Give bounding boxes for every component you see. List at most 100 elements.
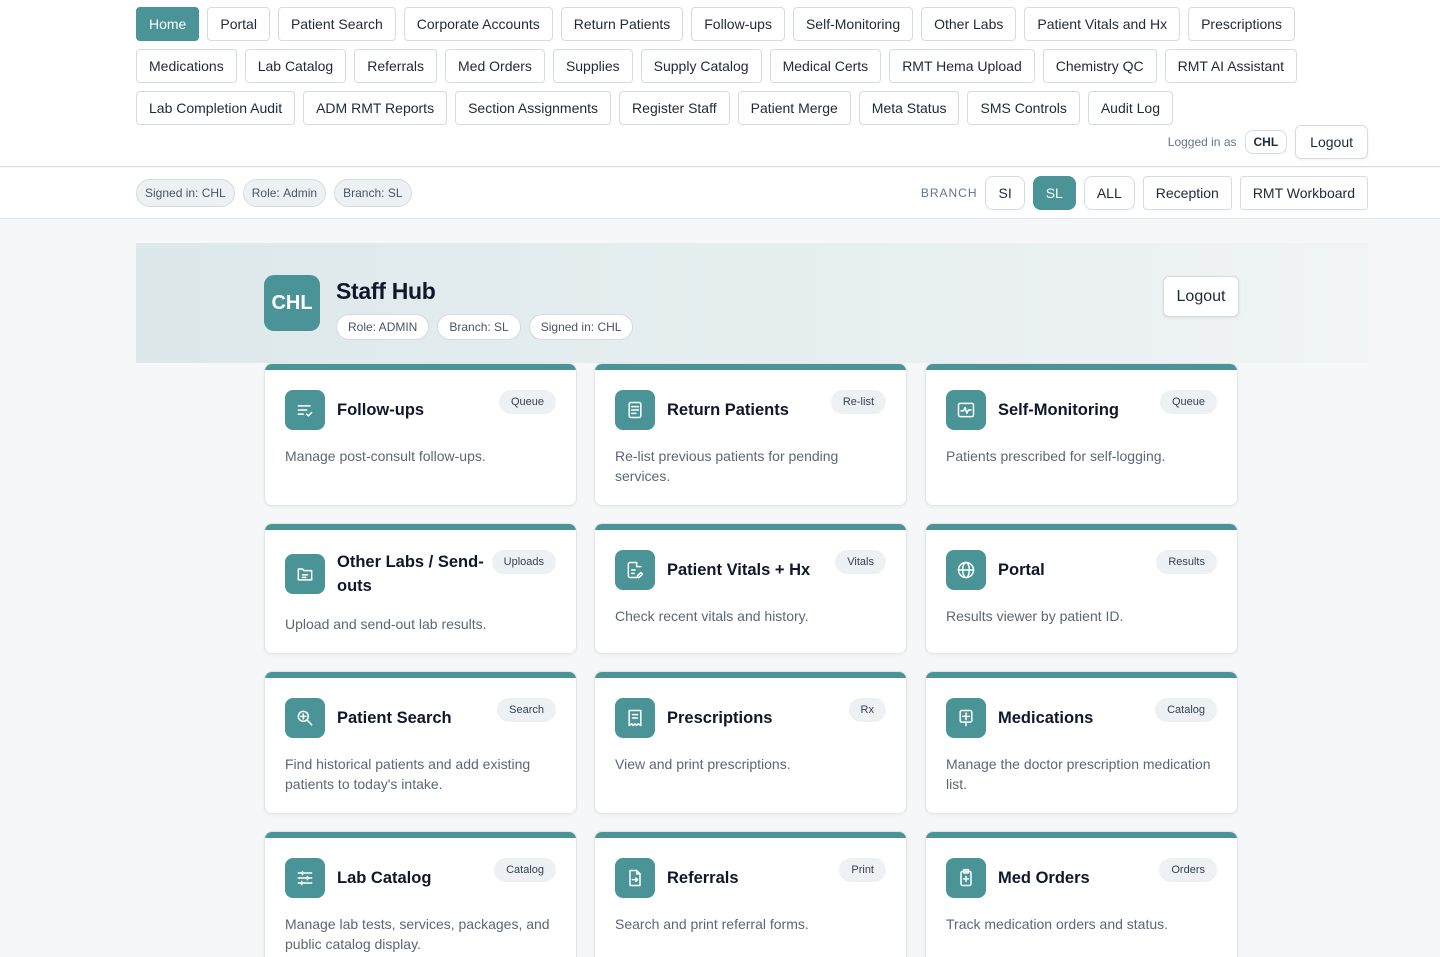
folder-icon	[285, 554, 325, 594]
card-medications[interactable]: Medications Catalog Manage the doctor pr…	[925, 671, 1238, 814]
card-med-orders[interactable]: Med Orders Orders Track medication order…	[925, 831, 1238, 957]
zoom-in-icon	[285, 698, 325, 738]
logout-button[interactable]: Logout	[1295, 125, 1368, 159]
card-description: Search and print referral forms.	[615, 916, 809, 932]
card-title: Medications	[998, 709, 1094, 727]
card-title: Self-Monitoring	[998, 401, 1119, 419]
card-title: Lab Catalog	[337, 869, 432, 887]
card-description: Upload and send-out lab results.	[285, 616, 487, 632]
card-portal[interactable]: Portal Results Results viewer by patient…	[925, 523, 1238, 654]
nav-adm-rmt-reports[interactable]: ADM RMT Reports	[303, 91, 448, 125]
nav-rmt-hema-upload[interactable]: RMT Hema Upload	[889, 49, 1035, 83]
nav-patient-vitals[interactable]: Patient Vitals and Hx	[1024, 7, 1181, 41]
card-badge: Re-list	[830, 390, 886, 414]
nav-lab-catalog[interactable]: Lab Catalog	[244, 49, 347, 83]
session-chips: Signed in: CHL Role: Admin Branch: SL	[136, 179, 412, 207]
branch-si-button[interactable]: SI	[985, 176, 1025, 210]
branch-sl-button[interactable]: SL	[1032, 176, 1076, 210]
card-badge: Results	[1156, 550, 1217, 574]
nav-supplies[interactable]: Supplies	[552, 49, 633, 83]
card-description: Results viewer by patient ID.	[946, 608, 1124, 624]
nav-supply-catalog[interactable]: Supply Catalog	[640, 49, 762, 83]
card-description: Check recent vitals and history.	[615, 608, 809, 624]
nav-audit-log[interactable]: Audit Log	[1087, 91, 1174, 125]
nav-med-orders[interactable]: Med Orders	[445, 49, 545, 83]
card-badge: Search	[497, 698, 556, 722]
card-description: Track medication orders and status.	[946, 916, 1169, 932]
card-follow-ups[interactable]: Follow-ups Queue Manage post-consult fol…	[264, 363, 577, 506]
nav-home[interactable]: Home	[136, 7, 200, 41]
nav-register-staff[interactable]: Register Staff	[619, 91, 730, 125]
card-title: Patient Vitals + Hx	[667, 561, 811, 579]
nav-return-patients[interactable]: Return Patients	[560, 7, 684, 41]
nav-meta-status[interactable]: Meta Status	[858, 91, 960, 125]
branch-selector: BRANCH SI SL ALL Reception RMT Workboard	[921, 176, 1368, 210]
avatar: CHL	[264, 275, 320, 331]
nav-rmt-ai-assistant[interactable]: RMT AI Assistant	[1164, 49, 1297, 83]
page-title: Staff Hub	[336, 278, 436, 304]
card-patient-search[interactable]: Patient Search Search Find historical pa…	[264, 671, 577, 814]
card-patient-vitals[interactable]: Patient Vitals + Hx Vitals Check recent …	[594, 523, 907, 654]
card-badge: Orders	[1159, 858, 1217, 882]
nav-section-assignments[interactable]: Section Assignments	[455, 91, 612, 125]
card-description: View and print prescriptions.	[615, 756, 791, 772]
hero-chips: Role: ADMIN Branch: SL Signed in: CHL	[336, 314, 634, 340]
receipt-icon	[615, 698, 655, 738]
rmt-workboard-button[interactable]: RMT Workboard	[1239, 176, 1368, 210]
status-bar: Signed in: CHL Role: Admin Branch: SL BR…	[0, 168, 1440, 219]
pulse-icon	[946, 390, 986, 430]
card-description: Patients prescribed for self-logging.	[946, 448, 1166, 464]
nav-patient-merge[interactable]: Patient Merge	[737, 91, 851, 125]
card-description: Manage the doctor prescription medicatio…	[946, 756, 1211, 792]
nav-medications[interactable]: Medications	[136, 49, 237, 83]
card-self-monitoring[interactable]: Self-Monitoring Queue Patients prescribe…	[925, 363, 1238, 506]
nav-corporate-accounts[interactable]: Corporate Accounts	[403, 7, 553, 41]
nav-patient-search[interactable]: Patient Search	[277, 7, 396, 41]
card-badge: Uploads	[491, 550, 556, 574]
card-badge: Queue	[1159, 390, 1217, 414]
list-check-icon	[285, 390, 325, 430]
sliders-icon	[285, 858, 325, 898]
nav-other-labs[interactable]: Other Labs	[921, 7, 1017, 41]
nav-chemistry-qc[interactable]: Chemistry QC	[1042, 49, 1157, 83]
card-badge: Vitals	[835, 550, 886, 574]
role-chip: Role: Admin	[242, 179, 327, 207]
nav-lab-completion-audit[interactable]: Lab Completion Audit	[136, 91, 296, 125]
nav-medical-certs[interactable]: Medical Certs	[769, 49, 882, 83]
card-other-labs[interactable]: Other Labs / Send-outs Uploads Upload an…	[264, 523, 577, 654]
nav-referrals[interactable]: Referrals	[354, 49, 438, 83]
card-title: Referrals	[667, 869, 739, 887]
card-prescriptions[interactable]: Prescriptions Rx View and print prescrip…	[594, 671, 907, 814]
file-arrow-icon	[615, 858, 655, 898]
branch-chip: Branch: SL	[334, 179, 412, 207]
card-title: Other Labs / Send-outs	[337, 553, 484, 595]
clipboard-icon	[946, 858, 986, 898]
card-description: Manage post-consult follow-ups.	[285, 448, 486, 464]
branch-label: BRANCH	[920, 186, 978, 200]
nav-follow-ups[interactable]: Follow-ups	[691, 7, 785, 41]
nav-sms-controls[interactable]: SMS Controls	[967, 91, 1080, 125]
login-info: Logged in as CHL Logout	[1168, 125, 1368, 159]
reception-button[interactable]: Reception	[1142, 176, 1232, 210]
card-lab-catalog[interactable]: Lab Catalog Catalog Manage lab tests, se…	[264, 831, 577, 957]
document-list-icon	[615, 390, 655, 430]
card-title: Portal	[998, 561, 1045, 579]
medical-cross-icon	[946, 698, 986, 738]
card-description: Find historical patients and add existin…	[285, 756, 531, 792]
card-description: Manage lab tests, services, packages, an…	[285, 916, 550, 952]
card-badge: Print	[839, 858, 886, 882]
card-return-patients[interactable]: Return Patients Re-list Re-list previous…	[594, 363, 907, 506]
nav-portal[interactable]: Portal	[207, 7, 270, 41]
card-referrals[interactable]: Referrals Print Search and print referra…	[594, 831, 907, 957]
branch-all-button[interactable]: ALL	[1083, 176, 1135, 210]
card-badge: Catalog	[494, 858, 556, 882]
signed-in-badge: Signed in: CHL	[528, 314, 634, 340]
card-badge: Rx	[848, 698, 886, 722]
hero-logout-button[interactable]: Logout	[1163, 276, 1239, 317]
card-description: Re-list previous patients for pending se…	[615, 448, 839, 484]
logged-in-user-badge: CHL	[1244, 130, 1288, 154]
nav-prescriptions[interactable]: Prescriptions	[1188, 7, 1296, 41]
role-badge: Role: ADMIN	[336, 314, 430, 340]
nav-self-monitoring[interactable]: Self-Monitoring	[792, 7, 914, 41]
file-edit-icon	[615, 550, 655, 590]
